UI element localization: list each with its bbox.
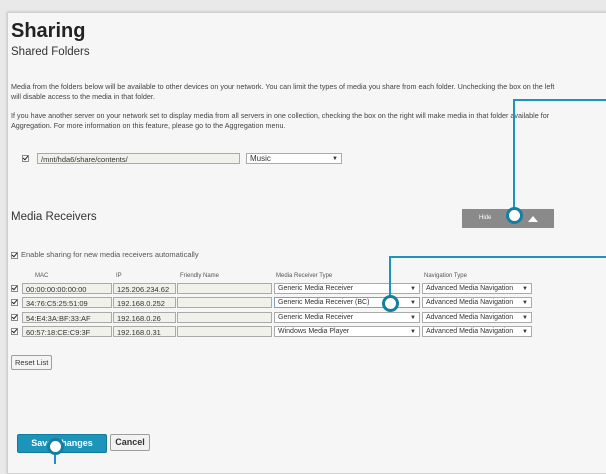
media-receivers-title: Media Receivers xyxy=(11,211,97,223)
chevron-down-icon: ▼ xyxy=(522,329,528,335)
mac-cell: 60:57:18:CE:C9:3F xyxy=(22,326,112,337)
callout-line xyxy=(513,99,606,101)
navigation-type-select[interactable]: Advanced Media Navigation ▼ xyxy=(422,312,532,323)
folder-enable-checkbox[interactable] xyxy=(22,155,29,162)
media-type-value: Music xyxy=(250,154,271,163)
row-enable-checkbox[interactable] xyxy=(11,285,18,292)
hide-button-label: Hide xyxy=(479,215,492,221)
receiver-type-select[interactable]: Generic Media Receiver ▼ xyxy=(274,312,420,323)
navigation-type-value: Advanced Media Navigation xyxy=(426,285,514,292)
header-mac: MAC xyxy=(35,273,49,279)
friendly-name-field[interactable] xyxy=(177,312,272,323)
intro-paragraph-2: If you have another server on your netwo… xyxy=(11,111,550,130)
ip-cell: 192.168.0.31 xyxy=(113,326,176,337)
friendly-name-field[interactable] xyxy=(177,283,272,294)
ip-cell: 192.168.0.26 xyxy=(113,312,176,323)
section-subtitle: Shared Folders xyxy=(11,46,90,58)
callout-dot-icon xyxy=(382,295,399,312)
media-type-select[interactable]: Music ▼ xyxy=(246,153,342,164)
receiver-type-value: Generic Media Receiver xyxy=(278,285,354,292)
enable-auto-label: Enable sharing for new media receivers a… xyxy=(21,250,199,259)
header-receiver-type: Media Receiver Type xyxy=(276,273,333,279)
cancel-button[interactable]: Cancel xyxy=(110,434,150,451)
navigation-type-select[interactable]: Advanced Media Navigation ▼ xyxy=(422,283,532,294)
receiver-type-select[interactable]: Windows Media Player ▼ xyxy=(274,326,420,337)
chevron-down-icon: ▼ xyxy=(332,156,338,162)
receiver-type-select[interactable]: Generic Media Receiver ▼ xyxy=(274,283,420,294)
chevron-down-icon: ▼ xyxy=(410,329,416,335)
receiver-type-value: Generic Media Receiver xyxy=(278,314,354,321)
chevron-down-icon: ▼ xyxy=(522,300,528,306)
navigation-type-select[interactable]: Advanced Media Navigation ▼ xyxy=(422,326,532,337)
header-navigation-type: Navigation Type xyxy=(424,273,467,279)
mac-cell: 34:76:C5:25:51:09 xyxy=(22,297,112,308)
chevron-down-icon: ▼ xyxy=(522,286,528,292)
row-enable-checkbox[interactable] xyxy=(11,314,18,321)
chevron-down-icon: ▼ xyxy=(410,315,416,321)
chevron-down-icon: ▼ xyxy=(410,286,416,292)
callout-dot-icon xyxy=(506,207,523,224)
ip-cell: 192.168.0.252 xyxy=(113,297,176,308)
friendly-name-field[interactable] xyxy=(177,297,272,308)
enable-auto-checkbox[interactable] xyxy=(11,251,18,259)
row-enable-checkbox[interactable] xyxy=(11,299,18,306)
friendly-name-field[interactable] xyxy=(177,326,272,337)
header-ip: IP xyxy=(116,273,122,279)
page-title: Sharing xyxy=(11,20,86,42)
receiver-type-value: Windows Media Player xyxy=(278,328,350,335)
reset-list-button[interactable]: Reset List xyxy=(11,355,53,370)
folder-path-field: /mnt/hda6/share/contents/ xyxy=(37,153,240,164)
callout-line xyxy=(513,100,515,212)
chevron-down-icon: ▼ xyxy=(410,300,416,306)
mac-cell: 54:E4:3A:BF:33:AF xyxy=(22,312,112,323)
navigation-type-value: Advanced Media Navigation xyxy=(426,314,514,321)
navigation-type-value: Advanced Media Navigation xyxy=(426,328,514,335)
callout-line xyxy=(389,257,391,300)
chevron-down-icon: ▼ xyxy=(522,315,528,321)
ip-cell: 125.206.234.62 xyxy=(113,283,176,294)
mac-cell: 00:00:00:00:00:00 xyxy=(22,283,112,294)
header-friendly-name: Friendly Name xyxy=(180,273,220,279)
enable-auto-row: Enable sharing for new media receivers a… xyxy=(11,250,199,259)
navigation-type-value: Advanced Media Navigation xyxy=(426,299,514,306)
row-enable-checkbox[interactable] xyxy=(11,328,18,335)
navigation-type-select[interactable]: Advanced Media Navigation ▼ xyxy=(422,297,532,308)
triangle-up-icon xyxy=(528,216,538,222)
callout-line xyxy=(389,256,606,258)
intro-paragraph-1: Media from the folders below will be ava… xyxy=(11,82,555,101)
receiver-type-value: Generic Media Receiver (BC) xyxy=(278,299,370,306)
callout-dot-icon xyxy=(47,438,64,455)
